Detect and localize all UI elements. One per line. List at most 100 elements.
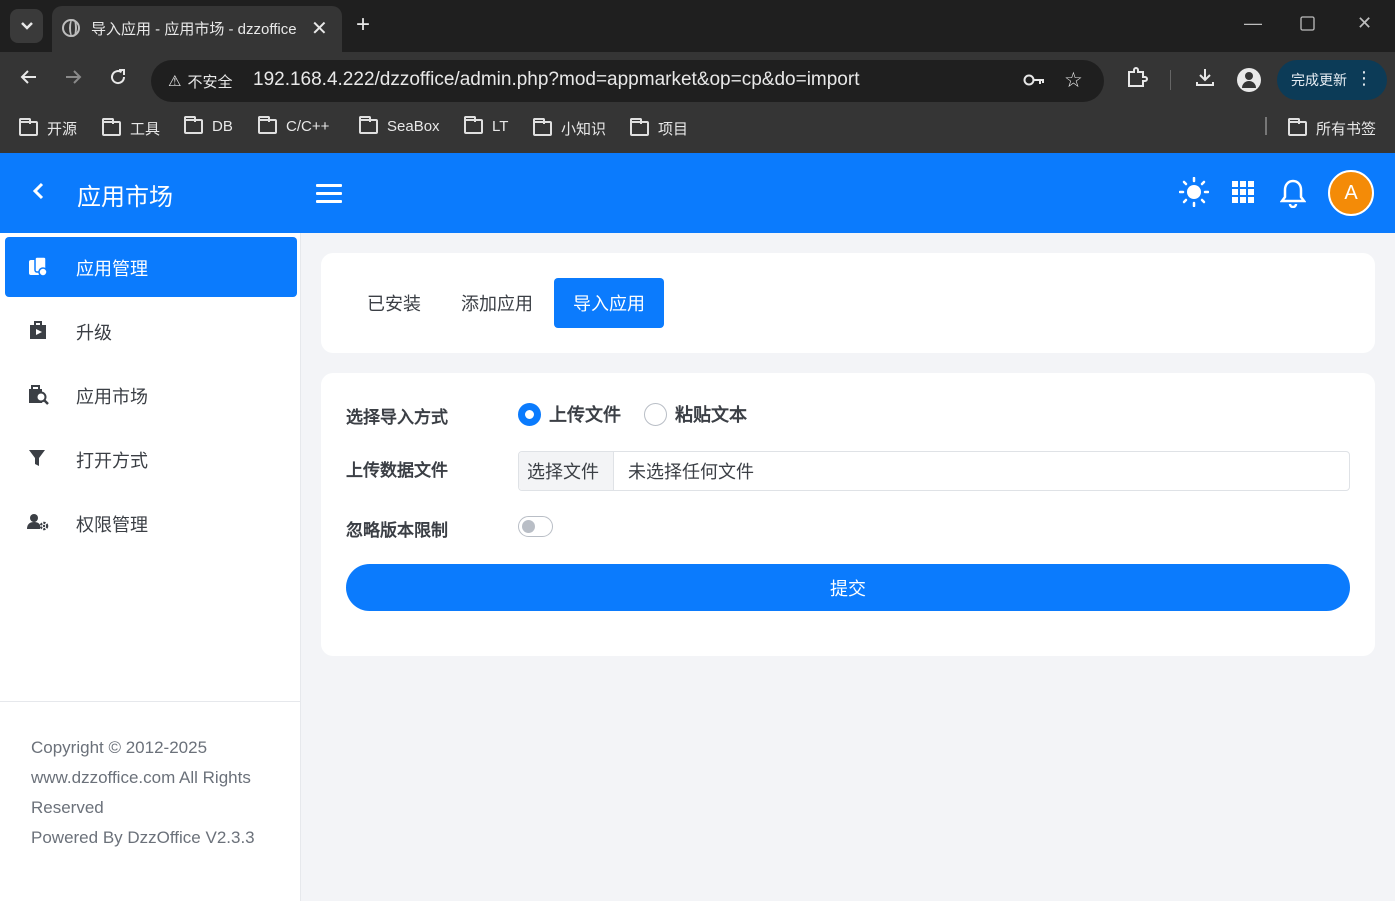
new-tab-button[interactable]: + <box>356 11 370 39</box>
bookmark-label: DB <box>212 118 233 135</box>
security-label: 不安全 <box>187 73 233 91</box>
all-bookmarks-folder[interactable]: 所有书签 <box>1288 118 1376 139</box>
radio-paste-label: 粘贴文本 <box>675 405 747 425</box>
radio-dot <box>518 402 541 426</box>
tabs-card: 已安装 添加应用 导入应用 <box>321 253 1375 353</box>
profile-icon[interactable] <box>1237 68 1261 92</box>
sidebar-item-app-manage[interactable]: 应用管理 <box>5 237 297 297</box>
sidebar-item-upgrade[interactable]: 升级 <box>5 301 297 361</box>
menu-toggle-icon[interactable] <box>316 184 342 204</box>
bookmarks-separator <box>1265 117 1267 135</box>
copyright-reserved: Reserved <box>31 798 104 817</box>
tab-installed[interactable]: 已安装 <box>348 278 440 328</box>
notification-bell-icon[interactable] <box>1279 178 1307 213</box>
bookmark-label: C/C++ <box>286 118 330 135</box>
radio-upload-file[interactable]: 上传文件 <box>518 401 621 427</box>
reload-icon[interactable] <box>108 67 128 93</box>
sidebar-item-open-method[interactable]: 打开方式 <box>5 429 297 489</box>
sidebar-item-label: 应用市场 <box>76 387 148 407</box>
update-label: 完成更新 <box>1291 72 1347 88</box>
download-icon[interactable] <box>1194 66 1216 94</box>
bookmark-star-icon[interactable]: ☆ <box>1064 68 1083 93</box>
upload-file-label: 上传数据文件 <box>346 461 448 480</box>
radio-dot <box>644 402 667 426</box>
tab-search-button[interactable] <box>10 9 43 43</box>
browser-tab[interactable]: 导入应用 - 应用市场 - dzzoffice ✕ <box>52 6 342 52</box>
folder-icon <box>258 116 277 134</box>
bookmark-label: LT <box>492 118 509 135</box>
tab-import-app[interactable]: 导入应用 <box>554 278 664 328</box>
folder-icon <box>184 116 203 134</box>
refresh-icon <box>111 69 126 85</box>
import-mode-label: 选择导入方式 <box>346 408 448 427</box>
bell-icon <box>1279 179 1307 209</box>
toggle-knob <box>522 520 535 533</box>
bookmark-folder[interactable]: C/C++ <box>258 116 330 135</box>
sidebar-item-market[interactable]: 应用市场 <box>5 365 297 425</box>
bookmark-folder[interactable]: 开源 <box>19 118 77 139</box>
bookmark-folder[interactable]: 项目 <box>630 118 688 139</box>
chevron-down-icon <box>20 22 33 30</box>
sidebar-item-label: 升级 <box>76 323 112 343</box>
copyright-site: www.dzzoffice.com All Rights <box>31 768 251 787</box>
arrow-right-icon <box>66 70 82 84</box>
back-button[interactable] <box>30 177 46 212</box>
bookmarks-bar: 开源 工具 DB C/C++ SeaBox LT 小知识 项目 所有书签 <box>0 108 1395 153</box>
back-arrow-icon[interactable] <box>19 67 39 93</box>
chevron-left-icon <box>32 182 44 200</box>
bookmark-folder[interactable]: SeaBox <box>359 116 440 135</box>
window-close-icon[interactable]: ✕ <box>1357 13 1372 34</box>
update-button[interactable]: 完成更新 ⋮ <box>1277 60 1387 100</box>
tab-add-app[interactable]: 添加应用 <box>442 278 552 328</box>
bookmark-folder[interactable]: 小知识 <box>533 118 606 139</box>
arrow-left-icon <box>20 70 36 84</box>
forward-arrow-icon[interactable] <box>63 67 83 93</box>
folder-icon <box>359 116 378 134</box>
apps-grid-icon[interactable] <box>1232 181 1254 208</box>
sidebar-footer: Copyright © 2012-2025 www.dzzoffice.com … <box>31 733 281 853</box>
minimize-icon[interactable]: — <box>1244 13 1262 34</box>
grid-icon <box>1232 181 1254 203</box>
sidebar-item-permissions[interactable]: 权限管理 <box>5 493 297 553</box>
password-key-icon <box>1023 74 1044 86</box>
submit-button[interactable]: 提交 <box>346 564 1350 611</box>
menu-kebab-icon: ⋮ <box>1355 68 1373 88</box>
address-bar[interactable]: ⚠ 不安全 192.168.4.222/dzzoffice/admin.php?… <box>151 60 1104 102</box>
maximize-icon[interactable] <box>1300 15 1315 36</box>
maximize-square-icon <box>1300 16 1315 31</box>
url-text[interactable]: 192.168.4.222/dzzoffice/admin.php?mod=ap… <box>253 69 859 91</box>
extensions-icon[interactable] <box>1126 66 1148 94</box>
bookmark-label: SeaBox <box>387 118 440 135</box>
theme-sun-icon[interactable] <box>1178 176 1210 212</box>
user-avatar[interactable]: A <box>1328 170 1374 216</box>
market-icon <box>27 383 49 405</box>
sidebar-divider <box>0 701 300 702</box>
page-title: 应用市场 <box>77 184 173 211</box>
file-input[interactable]: 选择文件 未选择任何文件 <box>518 451 1350 491</box>
folder-icon <box>19 118 38 136</box>
ignore-version-toggle[interactable] <box>518 516 553 537</box>
choose-file-button[interactable]: 选择文件 <box>519 452 614 490</box>
upgrade-icon <box>27 319 49 341</box>
warning-icon: ⚠ <box>168 73 182 90</box>
import-form-card: 选择导入方式 上传文件 粘贴文本 上传数据文件 选择文件 未选择任何文件 忽略版… <box>321 373 1375 656</box>
filter-icon <box>27 447 49 469</box>
ignore-version-label: 忽略版本限制 <box>346 521 448 540</box>
copyright-line: Copyright © 2012-2025 <box>31 738 208 757</box>
toolbar-separator <box>1170 70 1171 90</box>
bookmark-folder[interactable]: 工具 <box>102 118 160 139</box>
bookmark-folder[interactable]: LT <box>464 116 509 135</box>
folder-icon <box>1288 118 1307 136</box>
app-header: 应用市场 A <box>0 153 1395 233</box>
radio-upload-label: 上传文件 <box>549 405 621 425</box>
sidebar-item-label: 应用管理 <box>76 259 148 279</box>
file-name-text: 未选择任何文件 <box>628 462 754 482</box>
bookmark-folder[interactable]: DB <box>184 116 233 135</box>
key-icon[interactable] <box>1022 70 1046 96</box>
radio-paste-text[interactable]: 粘贴文本 <box>644 401 747 427</box>
puzzle-icon <box>1128 67 1148 87</box>
globe-icon <box>62 19 80 37</box>
sidebar-item-label: 权限管理 <box>76 515 148 535</box>
tab-close-icon[interactable]: ✕ <box>311 16 328 41</box>
security-indicator[interactable]: ⚠ 不安全 <box>160 69 240 93</box>
